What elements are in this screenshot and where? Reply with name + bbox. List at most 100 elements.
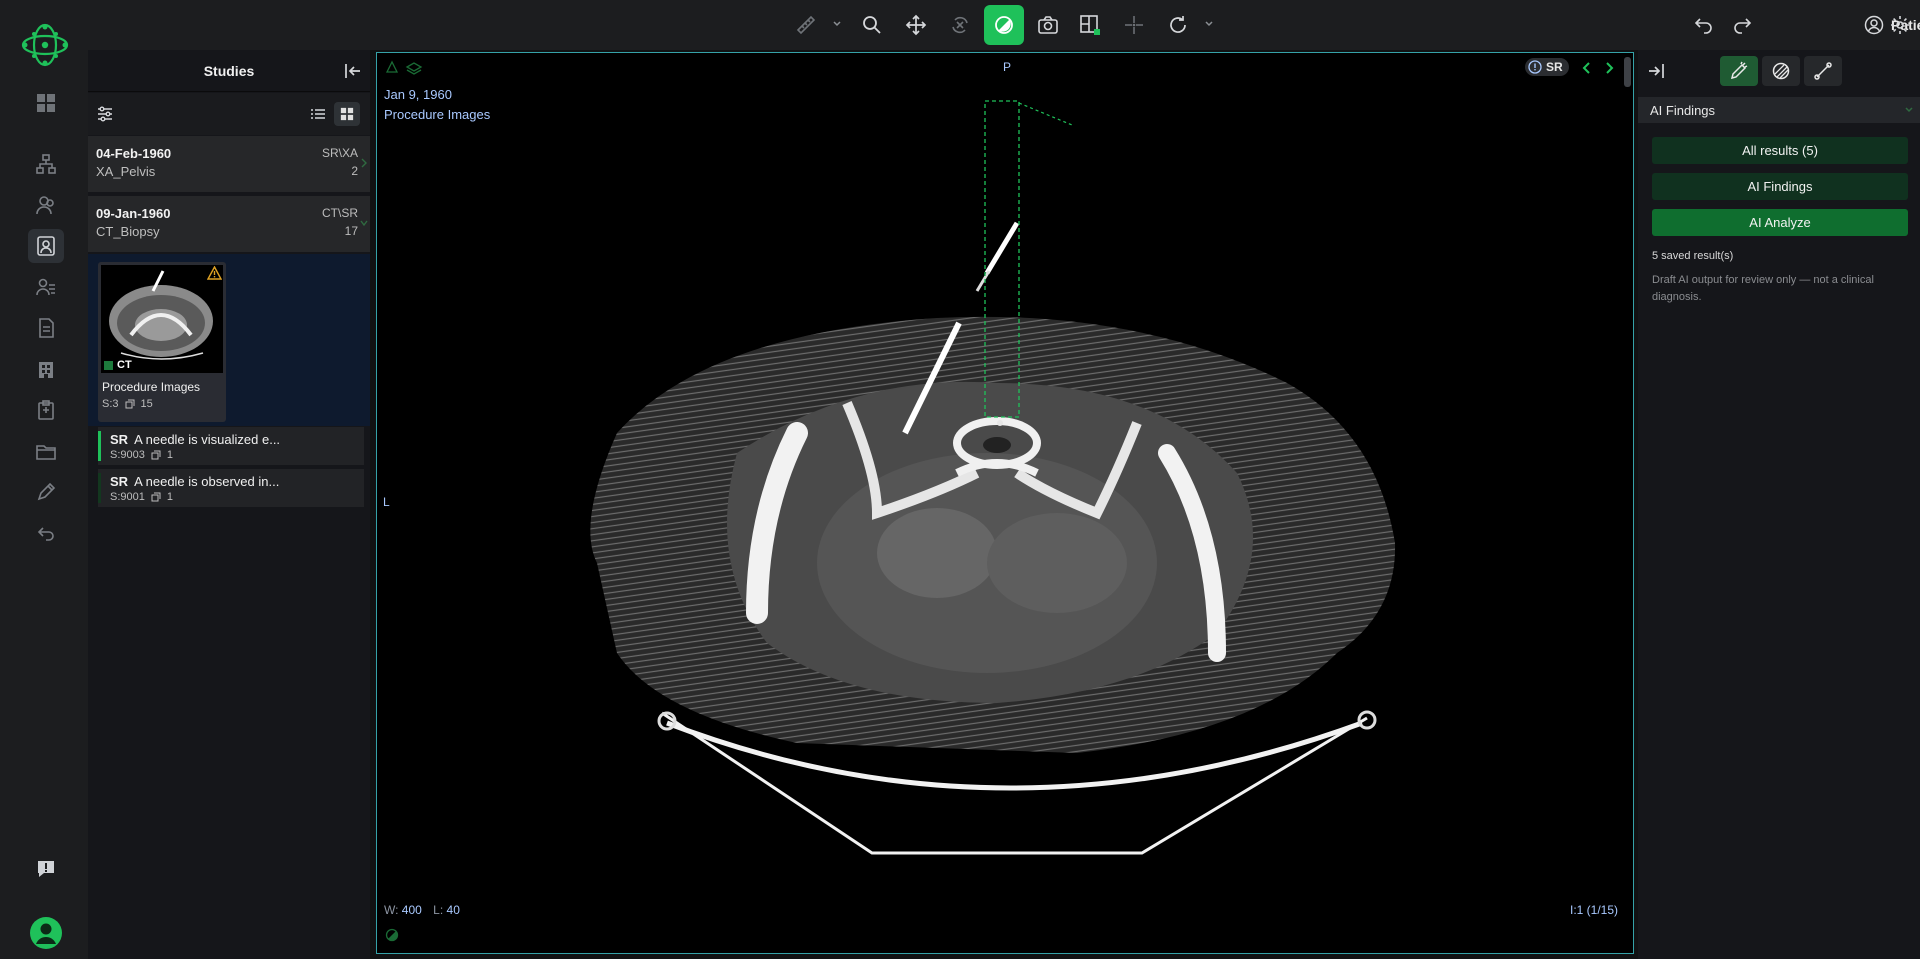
- expand-panel-icon[interactable]: [1646, 61, 1666, 81]
- sr-report-item[interactable]: SR A needle is visualized e... S:9003 1: [98, 427, 364, 465]
- filter-settings-icon[interactable]: [96, 105, 114, 123]
- undo-icon[interactable]: [1686, 8, 1722, 42]
- series-number: S:3: [102, 398, 119, 410]
- study-count: 2: [351, 164, 358, 178]
- ai-brush-icon: [1730, 61, 1748, 80]
- sr-instances: 1: [166, 449, 173, 461]
- return-icon[interactable]: [28, 516, 64, 550]
- document-icon[interactable]: [28, 311, 64, 345]
- studies-title: Studies: [203, 62, 255, 79]
- chevron-down-icon: [360, 220, 368, 227]
- clipboard-icon[interactable]: [28, 393, 64, 427]
- pan-icon[interactable]: [898, 8, 934, 42]
- studies-filterbar: [88, 93, 370, 135]
- list-view-icon[interactable]: [306, 103, 330, 125]
- image-viewport[interactable]: Jan 9, 1960 Procedure Images P L SR W: 4…: [376, 52, 1634, 954]
- pencil-icon[interactable]: [28, 475, 64, 509]
- image-index: I:1 (1/15): [1570, 903, 1619, 917]
- all-results-button[interactable]: All results (5): [1652, 137, 1908, 164]
- nav-rail: [0, 0, 88, 959]
- level-value: 40: [446, 903, 460, 917]
- rotate-3d-icon[interactable]: [942, 8, 978, 42]
- reset-icon[interactable]: [1160, 8, 1196, 42]
- sr-text: A needle is observed in...: [134, 474, 280, 489]
- study-date: 04-Feb-1960: [96, 146, 172, 161]
- measure-line-icon: [1814, 62, 1832, 80]
- sr-badge[interactable]: SR: [1525, 58, 1569, 76]
- study-row[interactable]: 09-Jan-1960 CT_Biopsy CT\SR 17: [88, 196, 370, 252]
- sr-meta: S:9001 1: [110, 491, 173, 503]
- crosshair-icon[interactable]: [1116, 8, 1152, 42]
- ct-image: [590, 100, 1396, 855]
- grid-view-icon[interactable]: [334, 102, 360, 126]
- instances-icon: [125, 399, 135, 409]
- study-name: XA_Pelvis: [96, 164, 156, 179]
- collapse-panel-icon[interactable]: [342, 60, 364, 82]
- series-meta: S:3 15: [102, 398, 153, 410]
- instances-icon: [151, 492, 161, 502]
- hierarchy-icon[interactable]: [28, 147, 64, 181]
- ai-analyze-button[interactable]: AI Analyze: [1652, 209, 1908, 236]
- layout-icon[interactable]: [1072, 8, 1108, 42]
- folder-icon[interactable]: [28, 434, 64, 468]
- camera-icon[interactable]: [1030, 8, 1066, 42]
- hospital-icon[interactable]: [28, 352, 64, 386]
- studies-panel: Studies 04-Feb-1960 XA_Pelvis SR\XA 2 09…: [88, 50, 370, 959]
- dashboard-icon[interactable]: [28, 86, 64, 120]
- sr-series-number: S:9003: [110, 449, 145, 461]
- viewport-scrollbar[interactable]: [1624, 57, 1631, 87]
- users-icon[interactable]: [28, 270, 64, 304]
- level-label: L:: [433, 903, 444, 917]
- profile-icon[interactable]: [28, 915, 64, 951]
- chevron-down-icon[interactable]: [1204, 19, 1214, 29]
- previous-arrow-icon[interactable]: [1581, 61, 1593, 75]
- ai-findings-section-header[interactable]: AI Findings: [1638, 97, 1920, 123]
- sr-title: SR A needle is visualized e...: [110, 432, 280, 447]
- tab-segmentation[interactable]: [1762, 56, 1800, 86]
- orientation-left: L: [383, 495, 390, 509]
- redo-icon[interactable]: [1724, 8, 1760, 42]
- feedback-icon[interactable]: [28, 852, 64, 886]
- next-arrow-icon[interactable]: [1603, 61, 1615, 75]
- sr-badge-label: SR: [1546, 60, 1563, 74]
- sr-meta: S:9003 1: [110, 449, 173, 461]
- series-modality: CT: [104, 359, 132, 371]
- patients-icon[interactable]: [28, 188, 64, 222]
- user-circle-icon: [1864, 15, 1884, 35]
- sr-tag: SR: [110, 474, 129, 489]
- sr-report-item[interactable]: SR A needle is observed in... S:9001 1: [98, 469, 364, 507]
- logo-icon[interactable]: [19, 22, 71, 68]
- ai-disclaimer: Draft AI output for review only — not a …: [1652, 274, 1874, 303]
- toolbar: Patient: [88, 0, 1920, 50]
- segmentation-icon: [1772, 62, 1790, 80]
- tab-ai-tools[interactable]: [1720, 56, 1758, 86]
- sr-series-number: S:9001: [110, 491, 145, 503]
- settings-gear-icon[interactable]: [1882, 8, 1918, 42]
- window-level-readout: W: 400 L: 40: [384, 903, 460, 917]
- study-modalities: CT\SR: [322, 206, 358, 220]
- inactive-indicator: [98, 473, 101, 503]
- contrast-icon[interactable]: [385, 928, 399, 942]
- ai-findings-button[interactable]: AI Findings: [1652, 173, 1908, 200]
- series-instances: 15: [140, 398, 153, 410]
- sr-text: A needle is visualized e...: [134, 432, 281, 447]
- zoom-icon[interactable]: [854, 8, 890, 42]
- orientation-top: P: [1003, 60, 1012, 74]
- study-name: CT_Biopsy: [96, 224, 160, 239]
- sr-tag: SR: [110, 432, 129, 447]
- chevron-down-icon[interactable]: [832, 19, 842, 29]
- series-thumbnail[interactable]: CT Procedure Images S:3 15: [98, 262, 226, 422]
- tab-measurements[interactable]: [1804, 56, 1842, 86]
- study-date: 09-Jan-1960: [96, 206, 171, 221]
- window-level-icon[interactable]: [984, 5, 1024, 45]
- series-description-overlay: Procedure Images: [384, 107, 491, 122]
- series-area: CT Procedure Images S:3 15: [88, 254, 370, 426]
- active-indicator: [98, 431, 101, 461]
- series-modality-label: CT: [117, 359, 132, 371]
- study-count: 17: [344, 224, 358, 238]
- study-viewer-icon[interactable]: [28, 229, 64, 263]
- viewport-toolbar-icons[interactable]: [385, 59, 425, 75]
- saved-results-count: 5 saved result(s): [1652, 250, 1734, 262]
- study-row[interactable]: 04-Feb-1960 XA_Pelvis SR\XA 2: [88, 136, 370, 192]
- ruler-icon[interactable]: [788, 8, 824, 42]
